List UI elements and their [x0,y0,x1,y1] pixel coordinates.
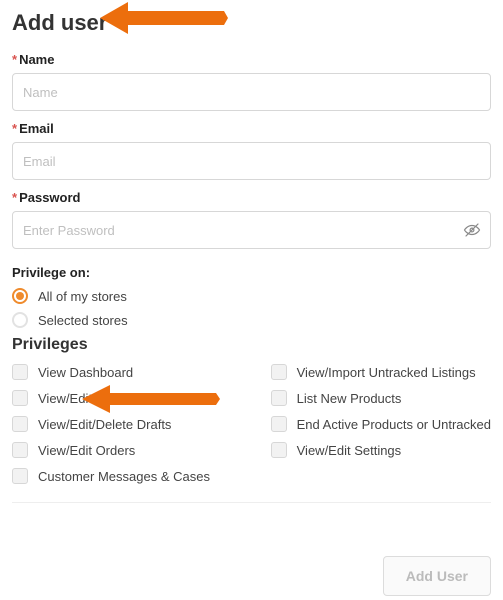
checkbox-icon [12,364,28,380]
checkbox-label: View/Edit/Delete Drafts [38,417,171,432]
checkbox-icon [271,390,287,406]
radio-icon [12,312,28,328]
checkbox-label: View/Edit Orders [38,443,135,458]
privilege-on-label: Privilege on: [12,265,491,280]
checkbox-label: Customer Messages & Cases [38,469,210,484]
checkbox-label: View/Edit Settings [297,443,402,458]
checkbox-label: End Active Products or Untracked [297,417,491,432]
checkbox-icon [12,468,28,484]
required-asterisk: * [12,52,17,67]
required-asterisk: * [12,121,17,136]
password-input[interactable] [12,211,491,249]
checkbox-view-dashboard[interactable]: View Dashboard [12,364,229,380]
password-label: *Password [12,190,491,205]
email-input[interactable] [12,142,491,180]
add-user-button[interactable]: Add User [383,556,491,596]
radio-label: Selected stores [38,313,128,328]
checkbox-view-edit-delete-drafts[interactable]: View/Edit/Delete Drafts [12,416,229,432]
checkbox-icon [271,364,287,380]
checkbox-label: View/Edit Active Products [38,391,185,406]
divider [12,502,491,503]
checkbox-view-import-untracked[interactable]: View/Import Untracked Listings [229,364,491,380]
name-label: *Name [12,52,491,67]
checkbox-end-active-or-untracked[interactable]: End Active Products or Untracked [229,416,491,432]
checkbox-view-edit-orders[interactable]: View/Edit Orders [12,442,229,458]
checkbox-icon [12,416,28,432]
checkbox-label: View Dashboard [38,365,133,380]
name-input[interactable] [12,73,491,111]
checkbox-view-edit-settings[interactable]: View/Edit Settings [229,442,491,458]
page-title: Add user [12,10,491,36]
radio-all-stores[interactable]: All of my stores [12,288,491,304]
checkbox-list-new-products[interactable]: List New Products [229,390,491,406]
checkbox-icon [271,442,287,458]
required-asterisk: * [12,190,17,205]
radio-label: All of my stores [38,289,127,304]
radio-selected-stores[interactable]: Selected stores [12,312,491,328]
checkbox-icon [271,416,287,432]
email-label: *Email [12,121,491,136]
checkbox-view-edit-active-products[interactable]: View/Edit Active Products [12,390,229,406]
checkbox-icon [12,390,28,406]
checkbox-label: View/Import Untracked Listings [297,365,476,380]
toggle-password-visibility-icon[interactable] [463,221,481,239]
radio-icon [12,288,28,304]
checkbox-label: List New Products [297,391,402,406]
checkbox-icon [12,442,28,458]
privileges-heading: Privileges [12,336,491,354]
checkbox-customer-messages-cases[interactable]: Customer Messages & Cases [12,468,229,484]
